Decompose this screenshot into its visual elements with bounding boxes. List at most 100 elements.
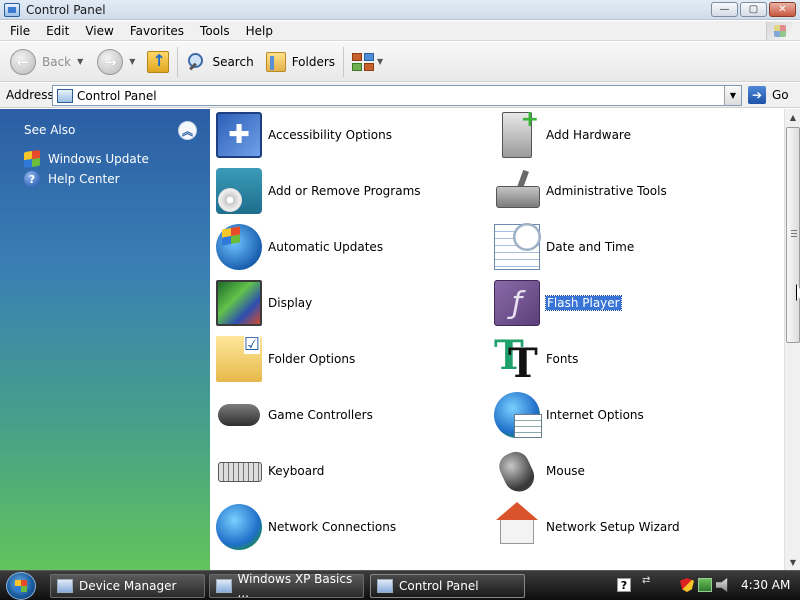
forward-dropdown-caret-icon[interactable]: ▼ (129, 57, 135, 66)
item-label: Mouse (546, 464, 585, 478)
task-windows-xp-basics[interactable]: Windows XP Basics ... (209, 572, 364, 600)
scroll-thumb[interactable] (786, 127, 800, 343)
scroll-down-arrow-icon[interactable]: ▼ (785, 554, 800, 570)
item-add-or-remove-programs[interactable]: Add or Remove Programs (216, 167, 421, 215)
keyboard-icon (216, 448, 262, 494)
menu-help[interactable]: Help (238, 24, 281, 38)
item-label: Date and Time (546, 240, 635, 254)
item-label: Internet Options (546, 408, 644, 422)
item-label: Flash Player (545, 295, 622, 311)
item-add-hardware[interactable]: Add Hardware (494, 109, 631, 159)
volume-icon[interactable] (716, 578, 728, 592)
item-label: Fonts (546, 352, 579, 366)
item-administrative-tools[interactable]: Administrative Tools (494, 167, 667, 215)
control-panel-items: Accessibility Options Add Hardware Add o… (210, 109, 784, 570)
network-status-icon[interactable] (698, 578, 712, 592)
back-button[interactable]: ← Back ▼ (6, 46, 87, 78)
scroll-grip-icon (791, 230, 797, 237)
item-game-controllers[interactable]: Game Controllers (216, 391, 373, 439)
item-label: Folder Options (268, 352, 356, 366)
item-keyboard[interactable]: Keyboard (216, 447, 324, 495)
go-button[interactable]: ➔ Go (748, 86, 789, 104)
folders-icon (265, 51, 286, 72)
address-label: Address (6, 88, 54, 102)
task-label: Control Panel (399, 579, 479, 593)
scroll-up-arrow-icon[interactable]: ▲ (785, 109, 800, 125)
forward-arrow-icon: → (97, 48, 124, 75)
item-label: Add Hardware (546, 128, 631, 142)
views-icon (352, 52, 375, 71)
item-label: Add or Remove Programs (268, 184, 421, 198)
flash-player-icon (494, 280, 540, 326)
automatic-updates-icon (216, 224, 262, 270)
up-folder-button[interactable] (143, 46, 173, 78)
item-label: Network Setup Wizard (546, 520, 680, 534)
minimize-button[interactable]: — (711, 2, 738, 17)
tray-network-activity-icon[interactable]: ⇄ (642, 575, 650, 586)
folder-options-icon (216, 336, 262, 382)
item-label: Network Connections (268, 520, 397, 534)
task-device-manager[interactable]: Device Manager (50, 574, 205, 598)
item-network-setup-wizard[interactable]: Network Setup Wizard (494, 502, 680, 551)
search-label: Search (212, 54, 254, 69)
item-network-connections[interactable]: Network Connections (216, 503, 396, 551)
up-folder-icon (147, 50, 170, 73)
back-arrow-icon: ← (10, 48, 36, 75)
menu-bar: File Edit View Favorites Tools Help (0, 21, 800, 41)
go-label: Go (772, 88, 789, 102)
item-internet-options[interactable]: Internet Options (494, 391, 644, 439)
views-dropdown-caret-icon[interactable]: ▼ (377, 57, 383, 66)
go-arrow-icon: ➔ (748, 86, 766, 104)
collapse-chevron-icon[interactable]: ︽ (178, 121, 197, 140)
control-panel-icon (57, 88, 73, 103)
menu-favorites[interactable]: Favorites (122, 24, 192, 38)
item-mouse[interactable]: Mouse (494, 447, 585, 495)
menu-tools[interactable]: Tools (192, 24, 238, 38)
item-accessibility-options[interactable]: Accessibility Options (216, 111, 392, 159)
help-center-link[interactable]: ? Help Center (24, 171, 120, 187)
accessibility-icon (216, 112, 262, 158)
windows-update-link[interactable]: Windows Update (24, 149, 149, 169)
toolbar: ← Back ▼ → ▼ Search Folders ▼ (0, 42, 800, 82)
item-fonts[interactable]: Fonts (494, 332, 579, 387)
item-label: Display (268, 296, 313, 310)
item-display[interactable]: Display (216, 279, 312, 327)
item-date-and-time[interactable]: Date and Time (494, 223, 634, 271)
network-setup-wizard-icon (494, 502, 540, 550)
item-label: Automatic Updates (268, 240, 384, 254)
address-dropdown-button[interactable]: ▼ (724, 86, 741, 105)
menu-file[interactable]: File (0, 24, 38, 38)
address-input[interactable]: Control Panel ▼ (52, 85, 742, 106)
menu-edit[interactable]: Edit (38, 24, 77, 38)
task-label: Device Manager (79, 579, 177, 593)
maximize-button[interactable]: ▢ (740, 2, 767, 17)
folders-label: Folders (291, 54, 336, 69)
views-button[interactable]: ▼ (348, 46, 387, 78)
internet-options-icon (494, 392, 542, 438)
close-button[interactable]: ✕ (769, 2, 796, 17)
display-icon (216, 280, 262, 326)
device-manager-icon (57, 579, 73, 593)
tray-help-icon[interactable]: ? (617, 578, 631, 592)
item-automatic-updates[interactable]: Automatic Updates (216, 223, 383, 271)
control-panel-icon (377, 579, 393, 593)
game-controllers-icon (216, 392, 262, 438)
item-flash-player[interactable]: Flash Player (494, 279, 622, 327)
task-control-panel[interactable]: Control Panel (370, 574, 525, 598)
window-title: Control Panel (26, 2, 106, 17)
taskbar-clock[interactable]: 4:30 AM (741, 578, 790, 592)
menu-view[interactable]: View (77, 24, 121, 38)
address-bar: Address Control Panel ▼ ➔ Go (0, 83, 800, 108)
vertical-scrollbar[interactable]: ▲ ▼ (784, 109, 800, 570)
item-label: Game Controllers (268, 408, 373, 422)
add-hardware-icon (502, 109, 539, 158)
search-button[interactable]: Search (182, 46, 257, 78)
title-bar: Control Panel — ▢ ✕ (0, 0, 800, 20)
item-folder-options[interactable]: Folder Options (216, 335, 355, 383)
folders-button[interactable]: Folders (262, 46, 339, 78)
back-label: Back (42, 54, 72, 69)
security-shield-icon[interactable] (680, 578, 694, 592)
start-button[interactable] (6, 572, 36, 600)
forward-button[interactable]: → ▼ (93, 46, 139, 78)
back-dropdown-caret-icon[interactable]: ▼ (77, 57, 83, 66)
